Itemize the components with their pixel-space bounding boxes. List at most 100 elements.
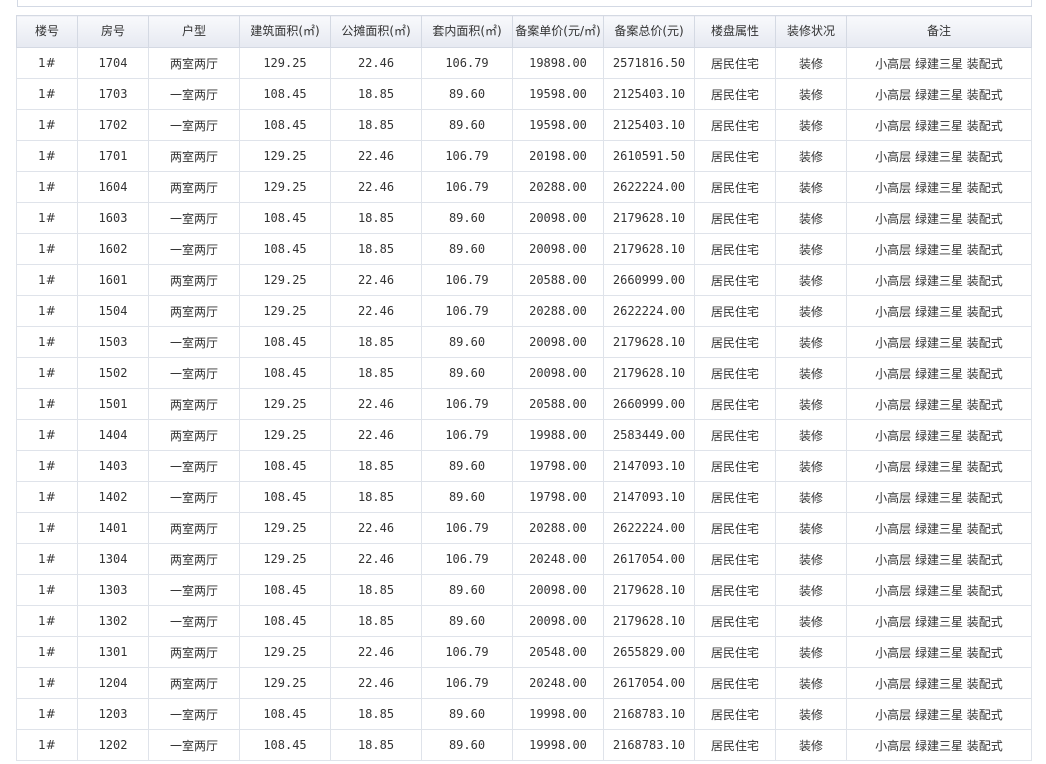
cell-decoration: 装修 — [775, 636, 847, 668]
cell-building-area: 129.25 — [239, 47, 331, 79]
cell-remarks: 小高层 绿建三星 装配式 — [846, 357, 1032, 389]
header-building-no: 楼号 — [16, 15, 78, 48]
table-body: 1# 1704 两室两厅 129.25 22.46 106.79 19898.00 25718… — [16, 47, 1032, 761]
cell-total-price: 2179628.10 — [603, 202, 695, 234]
cell-building-no: 1# — [16, 233, 78, 265]
cell-unit-price: 19988.00 — [512, 419, 604, 451]
cell-layout: 两室两厅 — [148, 512, 240, 544]
cell-shared-area: 22.46 — [330, 419, 422, 451]
cell-room-no: 1303 — [77, 574, 149, 606]
housing-price-table: 楼号 房号 户型 建筑面积(㎡) 公摊面积(㎡) 套内面积(㎡) 备案单价(元/… — [16, 15, 1032, 761]
table-row: 1# 1704 两室两厅 129.25 22.46 106.79 19898.00 25718… — [16, 47, 1032, 79]
cell-shared-area: 18.85 — [330, 233, 422, 265]
cell-decoration: 装修 — [775, 109, 847, 141]
cell-remarks: 小高层 绿建三星 装配式 — [846, 78, 1032, 110]
header-decoration: 装修状况 — [775, 15, 847, 48]
cell-inner-area: 89.60 — [421, 605, 513, 637]
cell-property-type: 居民住宅 — [694, 202, 776, 234]
cell-remarks: 小高层 绿建三星 装配式 — [846, 543, 1032, 575]
cell-layout: 两室两厅 — [148, 264, 240, 296]
cell-layout: 一室两厅 — [148, 109, 240, 141]
cell-remarks: 小高层 绿建三星 装配式 — [846, 450, 1032, 482]
cell-inner-area: 106.79 — [421, 388, 513, 420]
cell-inner-area: 89.60 — [421, 574, 513, 606]
cell-building-area: 129.25 — [239, 419, 331, 451]
cell-building-area: 108.45 — [239, 729, 331, 761]
cell-building-no: 1# — [16, 698, 78, 730]
table-row: 1# 1204 两室两厅 129.25 22.46 106.79 20248.00 26170… — [16, 667, 1032, 699]
cell-building-area: 129.25 — [239, 667, 331, 699]
cell-inner-area: 89.60 — [421, 481, 513, 513]
cell-room-no: 1302 — [77, 605, 149, 637]
cell-building-area: 108.45 — [239, 78, 331, 110]
cell-layout: 一室两厅 — [148, 574, 240, 606]
cell-building-area: 108.45 — [239, 202, 331, 234]
cell-building-no: 1# — [16, 605, 78, 637]
cell-unit-price: 19598.00 — [512, 78, 604, 110]
cell-layout: 一室两厅 — [148, 357, 240, 389]
cell-property-type: 居民住宅 — [694, 698, 776, 730]
cell-total-price: 2622224.00 — [603, 295, 695, 327]
cell-property-type: 居民住宅 — [694, 481, 776, 513]
table-row: 1# 1601 两室两厅 129.25 22.46 106.79 20588.00 26609… — [16, 264, 1032, 296]
cell-unit-price: 19798.00 — [512, 450, 604, 482]
cell-remarks: 小高层 绿建三星 装配式 — [846, 202, 1032, 234]
cell-property-type: 居民住宅 — [694, 109, 776, 141]
table-row: 1# 1701 两室两厅 129.25 22.46 106.79 20198.00 26105… — [16, 140, 1032, 172]
cell-building-area: 108.45 — [239, 326, 331, 358]
cell-shared-area: 22.46 — [330, 295, 422, 327]
cell-building-no: 1# — [16, 78, 78, 110]
cell-room-no: 1403 — [77, 450, 149, 482]
cell-shared-area: 18.85 — [330, 357, 422, 389]
cell-building-no: 1# — [16, 264, 78, 296]
cell-decoration: 装修 — [775, 512, 847, 544]
table-row: 1# 1504 两室两厅 129.25 22.46 106.79 20288.00 26222… — [16, 295, 1032, 327]
cell-shared-area: 18.85 — [330, 109, 422, 141]
cell-remarks: 小高层 绿建三星 装配式 — [846, 512, 1032, 544]
cell-remarks: 小高层 绿建三星 装配式 — [846, 140, 1032, 172]
cell-property-type: 居民住宅 — [694, 78, 776, 110]
cell-property-type: 居民住宅 — [694, 419, 776, 451]
cell-building-area: 108.45 — [239, 109, 331, 141]
cell-total-price: 2583449.00 — [603, 419, 695, 451]
cell-building-no: 1# — [16, 543, 78, 575]
cell-remarks: 小高层 绿建三星 装配式 — [846, 698, 1032, 730]
table-header-row: 楼号 房号 户型 建筑面积(㎡) 公摊面积(㎡) 套内面积(㎡) 备案单价(元/… — [16, 15, 1032, 48]
cell-layout: 一室两厅 — [148, 605, 240, 637]
cell-layout: 两室两厅 — [148, 636, 240, 668]
cell-building-no: 1# — [16, 388, 78, 420]
cell-inner-area: 89.60 — [421, 326, 513, 358]
cell-remarks: 小高层 绿建三星 装配式 — [846, 667, 1032, 699]
cell-total-price: 2179628.10 — [603, 357, 695, 389]
cell-layout: 一室两厅 — [148, 450, 240, 482]
header-shared-area: 公摊面积(㎡) — [330, 15, 422, 48]
cell-layout: 两室两厅 — [148, 667, 240, 699]
cell-decoration: 装修 — [775, 388, 847, 420]
cell-layout: 一室两厅 — [148, 202, 240, 234]
cell-property-type: 居民住宅 — [694, 171, 776, 203]
cell-total-price: 2179628.10 — [603, 605, 695, 637]
cell-room-no: 1703 — [77, 78, 149, 110]
cell-shared-area: 18.85 — [330, 698, 422, 730]
cell-unit-price: 20588.00 — [512, 264, 604, 296]
cell-room-no: 1701 — [77, 140, 149, 172]
cell-inner-area: 89.60 — [421, 78, 513, 110]
cell-unit-price: 19598.00 — [512, 109, 604, 141]
cell-building-area: 129.25 — [239, 543, 331, 575]
cell-building-area: 108.45 — [239, 357, 331, 389]
cell-building-area: 129.25 — [239, 264, 331, 296]
cell-room-no: 1501 — [77, 388, 149, 420]
cell-remarks: 小高层 绿建三星 装配式 — [846, 636, 1032, 668]
cell-inner-area: 89.60 — [421, 109, 513, 141]
cell-building-area: 129.25 — [239, 295, 331, 327]
cell-layout: 两室两厅 — [148, 543, 240, 575]
cell-decoration: 装修 — [775, 450, 847, 482]
table-row: 1# 1303 一室两厅 108.45 18.85 89.60 20098.00 217962… — [16, 574, 1032, 606]
table-row: 1# 1602 一室两厅 108.45 18.85 89.60 20098.00 217962… — [16, 233, 1032, 265]
cell-unit-price: 19798.00 — [512, 481, 604, 513]
cell-decoration: 装修 — [775, 233, 847, 265]
cell-inner-area: 89.60 — [421, 729, 513, 761]
cell-property-type: 居民住宅 — [694, 450, 776, 482]
cell-building-no: 1# — [16, 202, 78, 234]
cell-total-price: 2622224.00 — [603, 171, 695, 203]
